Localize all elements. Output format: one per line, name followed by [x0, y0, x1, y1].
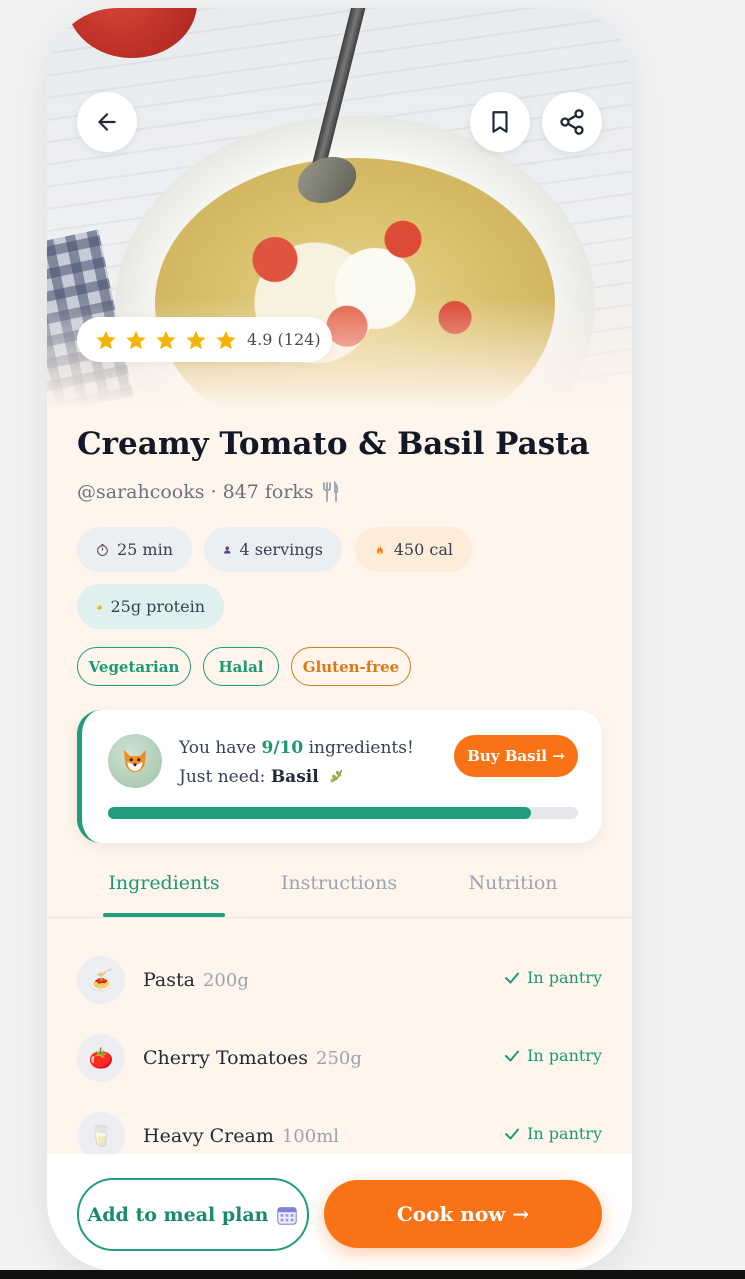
pantry-progress-fill — [108, 807, 531, 819]
meal-plan-label: Add to meal plan — [87, 1203, 269, 1226]
check-icon — [505, 1050, 520, 1061]
bottom-action-bar: Add to meal plan Cook now → — [47, 1154, 632, 1271]
check-icon — [505, 972, 520, 983]
star-icon — [126, 330, 146, 349]
star-icon — [216, 330, 236, 349]
active-tab-indicator — [103, 913, 225, 917]
ingredient-name: Pasta 200g — [143, 969, 249, 991]
recipe-byline: @sarahcooks · 847 forks — [77, 481, 340, 503]
person-icon — [224, 545, 231, 554]
cook-now-button[interactable]: Cook now → — [324, 1180, 602, 1248]
ingredient-status-label: In pantry — [527, 1124, 602, 1143]
tag-vegetarian[interactable]: Vegetarian — [77, 647, 191, 686]
system-bottom-bar — [0, 1270, 745, 1279]
fork-knife-icon — [322, 481, 338, 502]
byline-separator: · — [210, 481, 217, 503]
star-icon — [186, 330, 206, 349]
protein-chip: 25g protein — [77, 584, 224, 629]
missing-ingredient: Basil — [270, 767, 319, 787]
pantry-progress-bar — [108, 807, 578, 819]
ingredient-row[interactable]: 🍝 Pasta 200g In pantry — [77, 956, 602, 1006]
flexed-biceps-icon — [96, 604, 102, 609]
protein-value: 25g protein — [110, 597, 205, 616]
back-button[interactable] — [77, 92, 137, 152]
ingredient-quantity: 100ml — [281, 1126, 340, 1147]
herb-leaf-icon — [330, 769, 343, 783]
ingredient-label: Cherry Tomatoes — [143, 1047, 309, 1069]
milk-glass-icon: 🥛 — [77, 1112, 125, 1160]
calories-chip: 450 cal — [355, 527, 472, 572]
bookmark-button[interactable] — [470, 92, 530, 152]
pantry-message-prefix: You have — [179, 738, 262, 758]
ingredient-status: In pantry — [503, 1124, 602, 1143]
time-chip: 25 min — [77, 527, 192, 572]
arrow-left-icon — [98, 113, 116, 131]
share-icon — [560, 109, 584, 135]
pantry-status-card: You have 9/10 ingredients! Just need: Ba… — [77, 710, 602, 843]
check-icon — [505, 1128, 520, 1139]
ingredient-quantity: 250g — [316, 1048, 362, 1069]
ingredient-status: In pantry — [503, 1046, 602, 1065]
ingredient-status: In pantry — [503, 968, 602, 987]
fire-icon — [376, 544, 383, 554]
rating-value: 4.9 (124) — [247, 330, 321, 349]
calendar-icon — [277, 1206, 298, 1225]
calories-value: 450 cal — [393, 540, 453, 559]
recipe-tabs: Ingredients Instructions Nutrition — [47, 858, 632, 918]
servings-chip: 4 servings — [204, 527, 342, 572]
phone-frame: 4.9 (124) Creamy Tomato & Basil Pasta @s… — [47, 8, 632, 1271]
hero-image: 4.9 (124) — [47, 8, 632, 408]
ingredient-quantity: 200g — [202, 970, 249, 991]
pantry-message: You have 9/10 ingredients! Just need: Ba… — [179, 734, 444, 792]
tag-gluten-free[interactable]: Gluten-free — [291, 647, 411, 686]
tomato-icon: 🍅 — [77, 1034, 125, 1082]
tab-instructions[interactable]: Instructions — [267, 872, 411, 894]
star-icon — [96, 330, 116, 349]
fox-avatar-icon — [108, 734, 162, 788]
share-button[interactable] — [542, 92, 602, 152]
tag-halal[interactable]: Halal — [203, 647, 279, 686]
star-icon — [156, 330, 176, 349]
pantry-count: 9/10 — [261, 738, 304, 758]
time-value: 25 min — [116, 540, 173, 559]
tomato-decoration — [67, 8, 197, 58]
ingredient-status-label: In pantry — [527, 968, 602, 987]
ingredient-label: Pasta — [143, 969, 195, 991]
tab-nutrition[interactable]: Nutrition — [457, 872, 569, 894]
buy-basil-button[interactable]: Buy Basil → — [454, 735, 578, 777]
ingredient-name: Cherry Tomatoes 250g — [143, 1047, 362, 1069]
forks-count: 847 forks — [222, 481, 314, 503]
add-to-meal-plan-button[interactable]: Add to meal plan — [77, 1178, 309, 1251]
tab-ingredients[interactable]: Ingredients — [103, 872, 225, 894]
spaghetti-icon: 🍝 — [77, 956, 125, 1004]
author-handle[interactable]: @sarahcooks — [77, 481, 205, 503]
ingredient-name: Heavy Cream 100ml — [143, 1125, 339, 1147]
servings-value: 4 servings — [239, 540, 323, 559]
ingredient-status-label: In pantry — [527, 1046, 602, 1065]
bookmark-icon — [492, 111, 508, 133]
ingredient-row[interactable]: 🍅 Cherry Tomatoes 250g In pantry — [77, 1034, 602, 1084]
recipe-title: Creamy Tomato & Basil Pasta — [77, 426, 590, 462]
ingredient-label: Heavy Cream — [143, 1125, 274, 1147]
rating-badge: 4.9 (124) — [77, 317, 332, 362]
stopwatch-icon — [97, 543, 108, 556]
